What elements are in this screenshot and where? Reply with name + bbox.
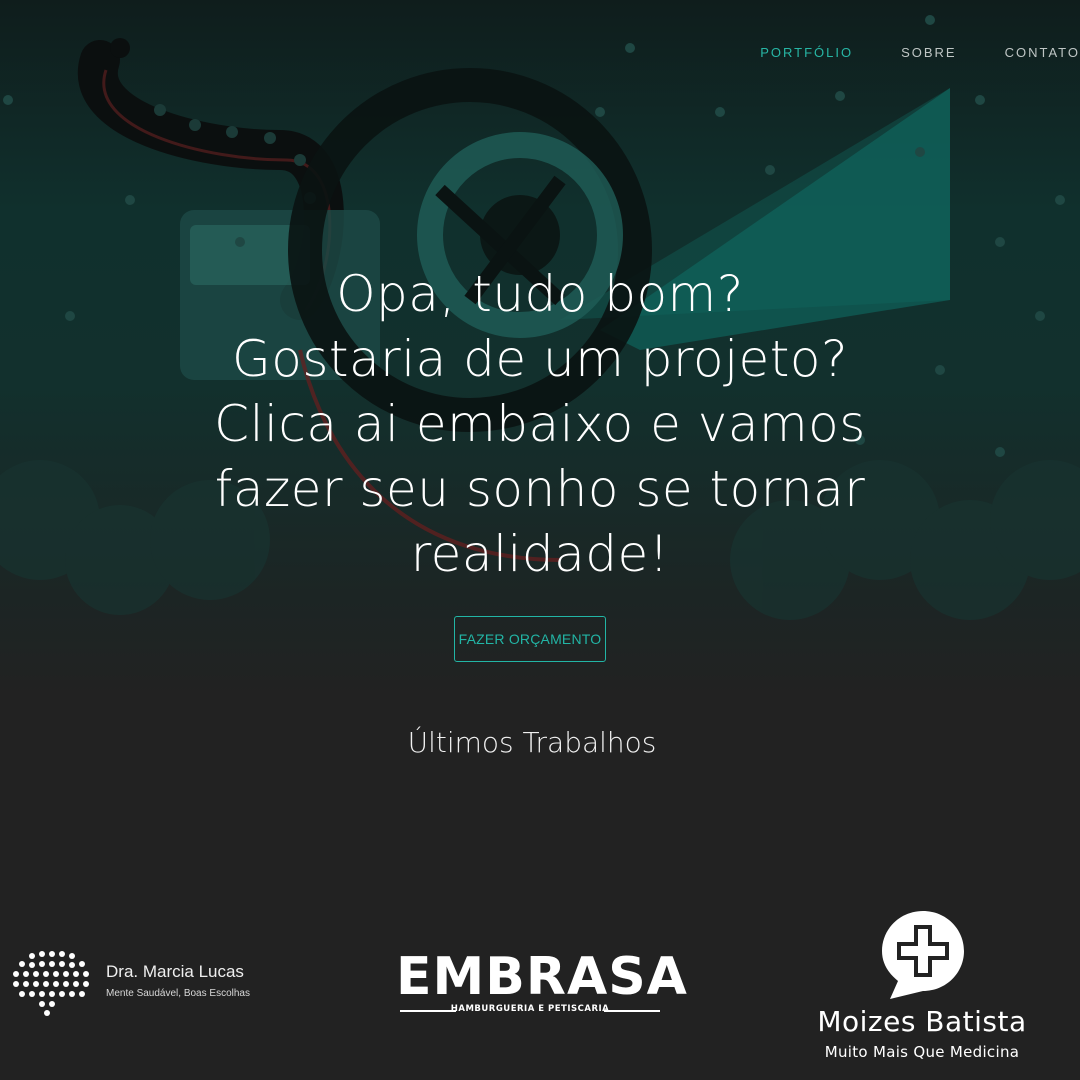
client-logo-marcia-lucas[interactable]: Dra. Marcia Lucas Mente Saudável, Boas E… xyxy=(10,948,280,1018)
section-title: Últimos Trabalhos xyxy=(407,726,657,759)
client-logo-embrasa[interactable]: EMBRASA HAMBURGUERIA E PETISCARIA xyxy=(396,946,688,1020)
hero-line: Opa, tudo bom? xyxy=(336,265,744,323)
client-tagline: Mente Saudável, Boas Escolhas xyxy=(106,988,250,999)
hero-headline: Opa, tudo bom? Gostaria de um projeto? C… xyxy=(150,262,930,587)
hero-line: Gostaria de um projeto? xyxy=(232,330,848,388)
client-logo-moizes-batista[interactable]: Moizes Batista Muito Mais Que Medicina xyxy=(790,905,1060,1065)
hero-line: fazer seu sonho se tornar xyxy=(214,460,866,518)
main-nav: PORTFÓLIO SOBRE CONTATO xyxy=(736,44,1080,62)
client-name: Moizes Batista xyxy=(817,1005,1027,1038)
client-tagline: Muito Mais Que Medicina xyxy=(824,1043,1020,1061)
client-name: Dra. Marcia Lucas xyxy=(106,962,244,981)
nav-sobre-link[interactable]: SOBRE xyxy=(877,44,981,62)
request-quote-button[interactable]: FAZER ORÇAMENTO xyxy=(454,616,606,662)
medical-cross-bubble-icon xyxy=(882,911,964,999)
nav-contato-link[interactable]: CONTATO xyxy=(981,44,1080,62)
client-tagline: HAMBURGUERIA E PETISCARIA xyxy=(450,1004,610,1014)
hero-line: realidade! xyxy=(410,525,670,583)
hero-banner: PORTFÓLIO SOBRE CONTATO Opa, tudo bom? G… xyxy=(0,0,1080,700)
nav-portfolio-link[interactable]: PORTFÓLIO xyxy=(736,44,877,62)
brain-dots-icon xyxy=(13,951,89,1016)
hero-line: Clica ai embaixo e vamos xyxy=(214,395,866,453)
client-name: EMBRASA xyxy=(396,947,688,1007)
